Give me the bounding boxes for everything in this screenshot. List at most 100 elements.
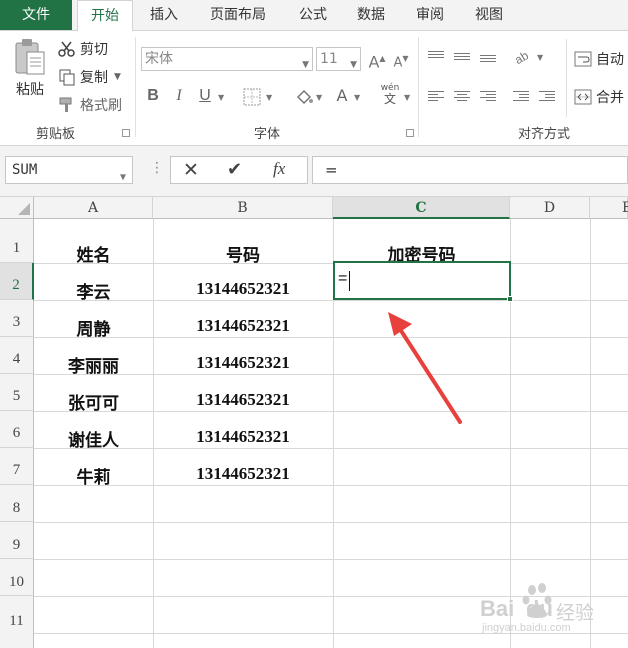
more-options-icon[interactable]: ⋮ <box>150 160 164 176</box>
cut-button[interactable]: 剪切 <box>58 39 108 59</box>
row-header-11[interactable]: 11 <box>0 596 34 648</box>
tab-file[interactable]: 文件 <box>0 0 72 30</box>
row-header-3[interactable]: 3 <box>0 300 34 337</box>
row-header-2[interactable]: 2 <box>0 263 34 300</box>
chevron-down-icon: ▼ <box>350 60 357 70</box>
increase-font-size-icon[interactable]: A▲ <box>368 49 386 71</box>
insert-function-icon[interactable]: fx <box>273 159 285 179</box>
wrap-text-button[interactable]: 自动 <box>574 49 624 69</box>
copy-button[interactable]: 复制 ▼ <box>58 67 121 87</box>
row-header-1[interactable]: 1 <box>0 219 34 263</box>
column-header-d[interactable]: D <box>510 197 590 219</box>
column-header-a[interactable]: A <box>34 197 153 219</box>
cell-a5[interactable]: 张可可 <box>34 389 153 414</box>
row-header-7[interactable]: 7 <box>0 448 34 485</box>
gridline <box>34 522 628 523</box>
cell-b7[interactable]: 13144652321 <box>153 464 333 484</box>
wrap-text-label: 自动 <box>596 52 624 68</box>
fill-handle[interactable] <box>507 296 513 302</box>
increase-indent-icon[interactable] <box>539 91 555 103</box>
tab-insert[interactable]: 插入 <box>136 0 192 30</box>
column-header-c[interactable]: C <box>333 197 510 219</box>
cell-a4[interactable]: 李丽丽 <box>34 352 153 377</box>
cell-b5[interactable]: 13144652321 <box>153 390 333 410</box>
align-left-icon[interactable] <box>428 91 444 103</box>
formula-buttons: ✕ ✔ fx <box>170 156 308 184</box>
align-right-icon[interactable] <box>480 91 496 103</box>
bold-button[interactable]: B <box>144 86 162 106</box>
cell-b1[interactable]: 号码 <box>153 241 333 266</box>
formula-input[interactable]: = <box>312 156 628 184</box>
merge-center-button[interactable]: 合并 <box>574 87 624 107</box>
svg-text:ab: ab <box>513 48 531 66</box>
enter-icon[interactable]: ✔ <box>227 159 242 180</box>
tab-formulas[interactable]: 公式 <box>285 0 341 30</box>
row-header-9[interactable]: 9 <box>0 522 34 559</box>
cell-b2[interactable]: 13144652321 <box>153 279 333 299</box>
group-divider <box>566 39 567 117</box>
format-painter-button[interactable]: 格式刷 <box>58 95 122 115</box>
clipboard-launcher-icon[interactable] <box>122 129 130 137</box>
select-all-button[interactable] <box>0 197 34 219</box>
orientation-icon[interactable]: ab <box>513 48 533 66</box>
font-name-value: 宋体 <box>145 51 173 67</box>
column-header-b[interactable]: B <box>153 197 333 219</box>
font-name-select[interactable]: 宋体 ▼ <box>141 47 313 71</box>
cell-b6[interactable]: 13144652321 <box>153 427 333 447</box>
decrease-indent-icon[interactable] <box>513 91 529 103</box>
middle-align-icon[interactable] <box>454 53 470 65</box>
chevron-down-icon: ▼ <box>302 60 309 70</box>
group-divider <box>418 37 419 137</box>
tab-view[interactable]: 视图 <box>461 0 517 30</box>
cell-a2[interactable]: 李云 <box>34 278 153 303</box>
bottom-align-icon[interactable] <box>480 55 496 67</box>
group-divider <box>135 37 136 137</box>
row-header-6[interactable]: 6 <box>0 411 34 448</box>
align-center-icon[interactable] <box>454 91 470 103</box>
cell-b4[interactable]: 13144652321 <box>153 353 333 373</box>
cell-a3[interactable]: 周静 <box>34 315 153 340</box>
paste-button[interactable]: 粘贴 <box>8 37 52 109</box>
wrap-text-icon <box>574 51 592 67</box>
cell-a7[interactable]: 牛莉 <box>34 463 153 488</box>
cancel-icon[interactable]: ✕ <box>183 159 199 181</box>
row-header-8[interactable]: 8 <box>0 485 34 522</box>
name-box[interactable]: SUM ▼ <box>5 156 133 184</box>
cut-label: 剪切 <box>80 42 108 58</box>
row-header-5[interactable]: 5 <box>0 374 34 411</box>
phonetic-guide-button[interactable]: wén 文 <box>378 83 402 105</box>
font-color-icon[interactable]: A <box>333 86 351 106</box>
chevron-down-icon: ▼ <box>114 72 121 82</box>
top-align-icon[interactable] <box>428 51 444 63</box>
tab-data[interactable]: 数据 <box>343 0 399 30</box>
font-launcher-icon[interactable] <box>406 129 414 137</box>
row-header-4[interactable]: 4 <box>0 337 34 374</box>
watermark-url: jingyan.baidu.com <box>482 622 571 634</box>
font-size-select[interactable]: 11 ▼ <box>316 47 361 71</box>
borders-icon[interactable] <box>243 88 261 106</box>
underline-button[interactable]: U <box>196 86 214 106</box>
tab-page-layout[interactable]: 页面布局 <box>196 0 280 30</box>
chevron-down-icon: ▼ <box>266 93 273 102</box>
italic-button[interactable]: I <box>170 86 188 106</box>
fill-color-icon[interactable] <box>294 87 314 107</box>
chevron-down-icon: ▼ <box>218 93 225 102</box>
tab-home[interactable]: 开始 <box>77 0 133 31</box>
cell-a6[interactable]: 谢佳人 <box>34 426 153 451</box>
column-header-e[interactable]: E <box>590 197 628 219</box>
format-painter-label: 格式刷 <box>80 98 122 114</box>
chevron-down-icon: ▼ <box>404 93 411 102</box>
row-header-10[interactable]: 10 <box>0 559 34 596</box>
copy-icon <box>59 69 75 86</box>
alignment-group-label: 对齐方式 <box>518 127 571 142</box>
baidu-watermark: Bai du 经验 jingyan.baidu.com <box>478 580 628 640</box>
merge-center-label: 合并 <box>596 90 624 106</box>
cell-b3[interactable]: 13144652321 <box>153 316 333 336</box>
paste-icon <box>15 39 45 75</box>
cell-a1[interactable]: 姓名 <box>34 241 153 266</box>
decrease-font-size-icon[interactable]: A▼ <box>392 49 410 70</box>
chevron-down-icon: ▼ <box>537 53 544 62</box>
tab-review[interactable]: 审阅 <box>402 0 458 30</box>
active-cell-c2[interactable]: = <box>333 261 513 302</box>
text-caret <box>349 271 350 291</box>
